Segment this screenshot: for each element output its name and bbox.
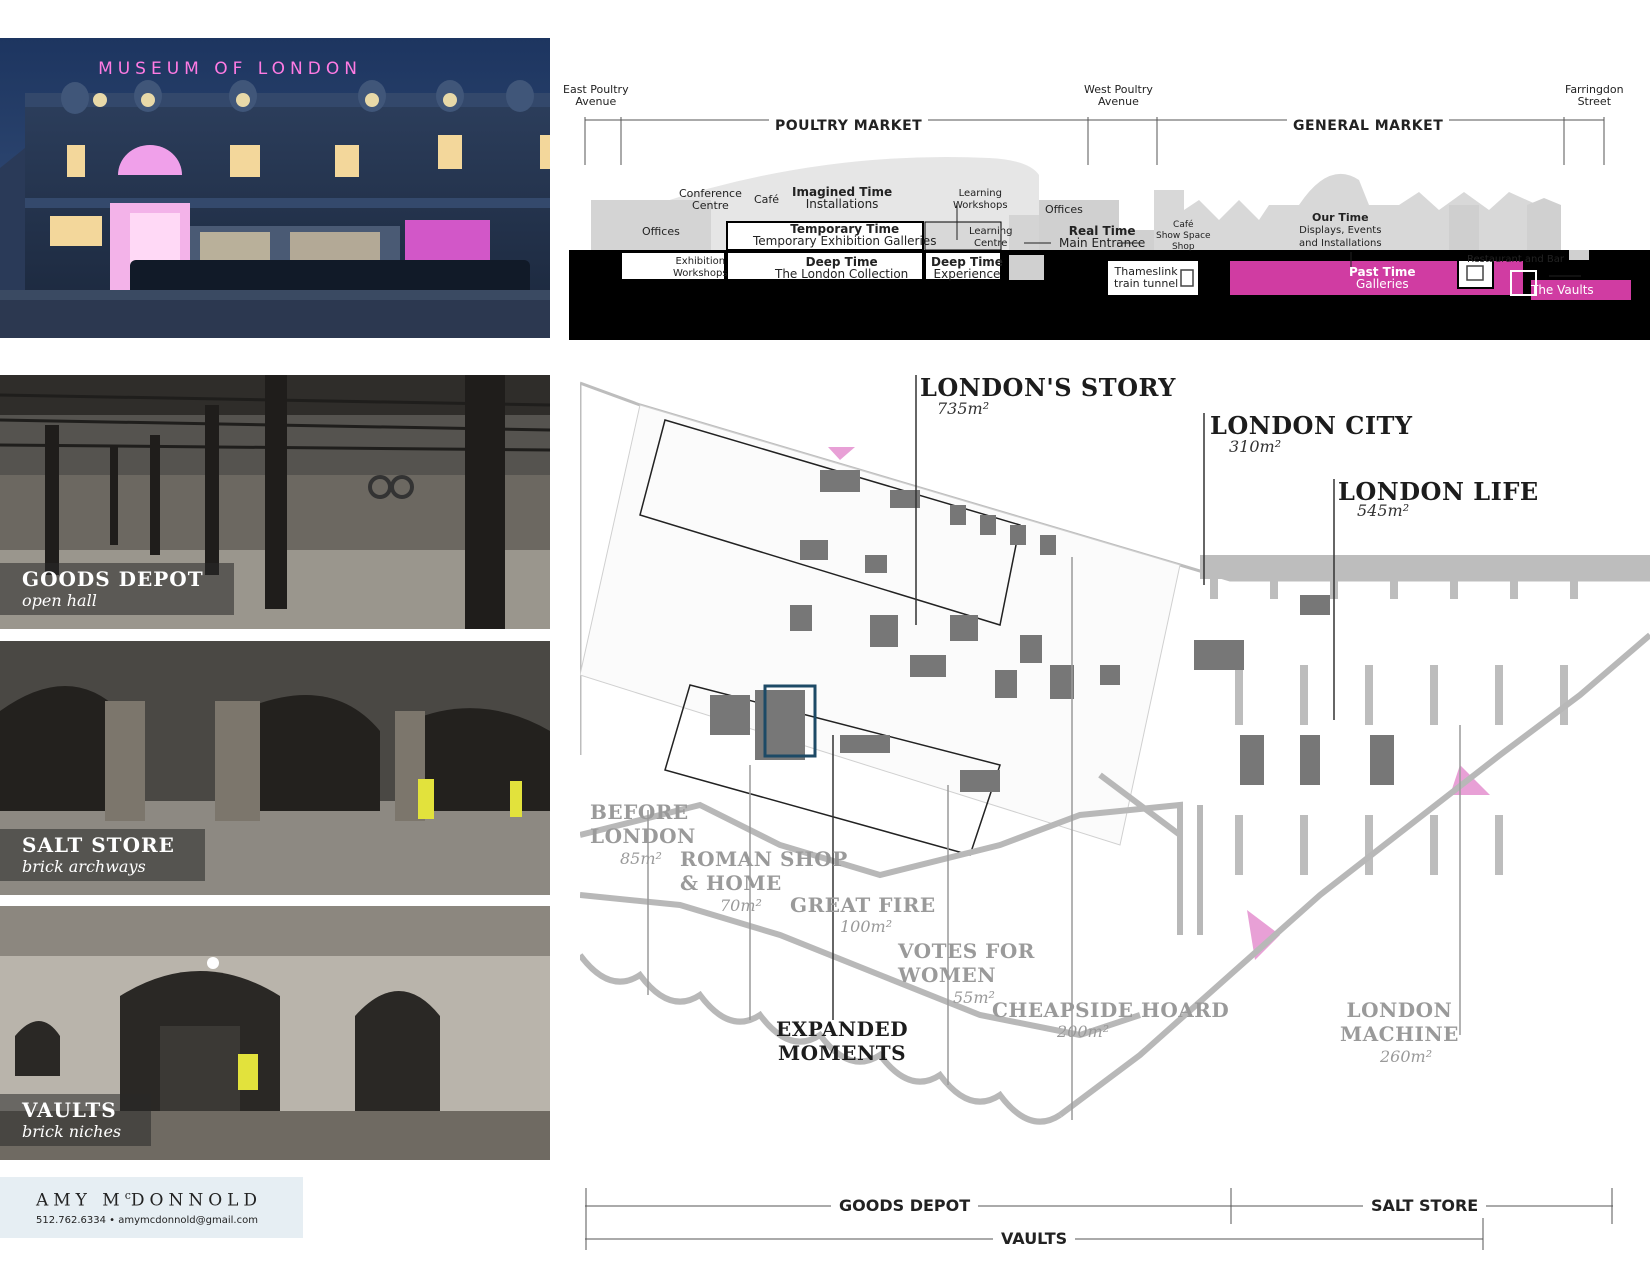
deep-time-collection-label: Deep Time The London Collection	[775, 255, 909, 281]
restaurant-bar-label: Restaurant and Bar	[1467, 254, 1565, 265]
goods-depot-photo: GOODS DEPOT open hall	[0, 375, 550, 629]
salt-store-caption: SALT STORE brick archways	[0, 829, 205, 881]
votes-for-women-label: VOTES FOR WOMEN	[898, 939, 1035, 987]
museum-exterior-illustration: MUSEUM OF LONDON	[0, 38, 550, 338]
salt-store-title: SALT STORE	[22, 833, 175, 857]
museum-sign: MUSEUM OF LONDON	[98, 59, 362, 79]
learning-workshops-label: Learning Workshops	[953, 188, 1008, 211]
offices-left-label: Offices	[642, 225, 680, 238]
plan-dimension-bars: GOODS DEPOT SALT STORE VAULTS	[585, 1188, 1615, 1254]
salt-store-photo: SALT STORE brick archways	[0, 641, 550, 895]
roman-shop-home-label: ROMAN SHOP & HOME	[680, 847, 848, 895]
our-time-label: Our Time Displays, Events and Installation…	[1299, 211, 1382, 250]
vaults-caption: VAULTS brick niches	[0, 1094, 152, 1146]
farringdon-street-label: Farringdon Street	[1565, 83, 1624, 108]
before-london-area: 85m²	[620, 849, 662, 868]
vaults-photo: VAULTS brick niches	[0, 906, 550, 1160]
temporary-time-label: Temporary Time Temporary Exhibition Galle…	[753, 222, 937, 248]
thameslink-tunnel-label: Thameslink train tunnel	[1114, 265, 1179, 290]
cheapside-hoard-area: 200m²	[1057, 1022, 1110, 1041]
salt-store-subtitle: brick archways	[22, 857, 146, 876]
londons-story-area: 735m²	[937, 399, 990, 418]
london-city-area: 310m²	[1229, 437, 1282, 456]
votes-for-women-area: 55m²	[953, 988, 995, 1007]
vaults-bar-label: VAULTS	[993, 1229, 1076, 1248]
london-machine-label: LONDON MACHINE	[1340, 998, 1459, 1046]
great-fire-label: GREAT FIRE	[790, 893, 936, 917]
contact-card: AMY McDONNOLD 512.762.6334 • amymcdonnol…	[0, 1177, 303, 1238]
imagined-time-label: Imagined Time Installations	[792, 185, 893, 211]
exterior-photo: MUSEUM OF LONDON	[0, 38, 550, 338]
general-market-heading: GENERAL MARKET	[1287, 118, 1450, 134]
london-life-area: 545m²	[1357, 501, 1410, 520]
salt-store-bar-label: SALT STORE	[1363, 1196, 1487, 1215]
past-time-label: Past Time Galleries	[1349, 265, 1416, 291]
goods-depot-title: GOODS DEPOT	[22, 567, 204, 591]
building-section-diagram: East Poultry Avenue West Poultry Avenue Fa…	[563, 80, 1650, 340]
cafe-label: Café	[754, 193, 780, 206]
great-fire-area: 100m²	[840, 917, 893, 936]
offices-mid-label: Offices	[1045, 203, 1083, 216]
the-vaults-label: The Vaults	[1531, 283, 1594, 297]
conference-centre-label: Conference Centre	[679, 187, 742, 212]
goods-depot-caption: GOODS DEPOT open hall	[0, 563, 234, 615]
contact-name: AMY McDONNOLD	[36, 1189, 263, 1211]
cheapside-hoard-label: CHEAPSIDE HOARD	[992, 998, 1230, 1022]
londons-story-label: LONDON'S STORY	[920, 373, 1176, 402]
before-london-label: BEFORE LONDON	[590, 800, 696, 848]
cafe-show-space-shop-label: Café Show Space Shop	[1156, 220, 1211, 252]
deep-time-experience-label: Deep Time Experience	[931, 255, 1003, 281]
vaults-subtitle: brick niches	[22, 1122, 122, 1141]
london-city-label: LONDON CITY	[1210, 411, 1413, 440]
exhibition-workshops-label: Exhibition Workshops	[673, 256, 728, 279]
expanded-moments-label: EXPANDED MOMENTS	[776, 1017, 909, 1065]
contact-details: 512.762.6334 • amymcdonnold@gmail.com	[36, 1215, 258, 1226]
goods-depot-subtitle: open hall	[22, 591, 97, 610]
floor-plan: LONDON'S STORY 735m² LONDON CITY 310m² L…	[580, 375, 1650, 1175]
poultry-market-heading: POULTRY MARKET	[769, 118, 929, 134]
west-poultry-avenue-label: West Poultry Avenue	[1084, 83, 1153, 108]
vaults-title: VAULTS	[22, 1098, 117, 1122]
goods-depot-bar-label: GOODS DEPOT	[831, 1196, 979, 1215]
east-poultry-avenue-label: East Poultry Avenue	[563, 83, 629, 108]
roman-shop-home-area: 70m²	[720, 896, 762, 915]
learning-centre-label: Learning Centre	[969, 226, 1013, 249]
london-machine-area: 260m²	[1380, 1047, 1433, 1066]
real-time-label: Real Time Main Entrance	[1059, 224, 1146, 250]
